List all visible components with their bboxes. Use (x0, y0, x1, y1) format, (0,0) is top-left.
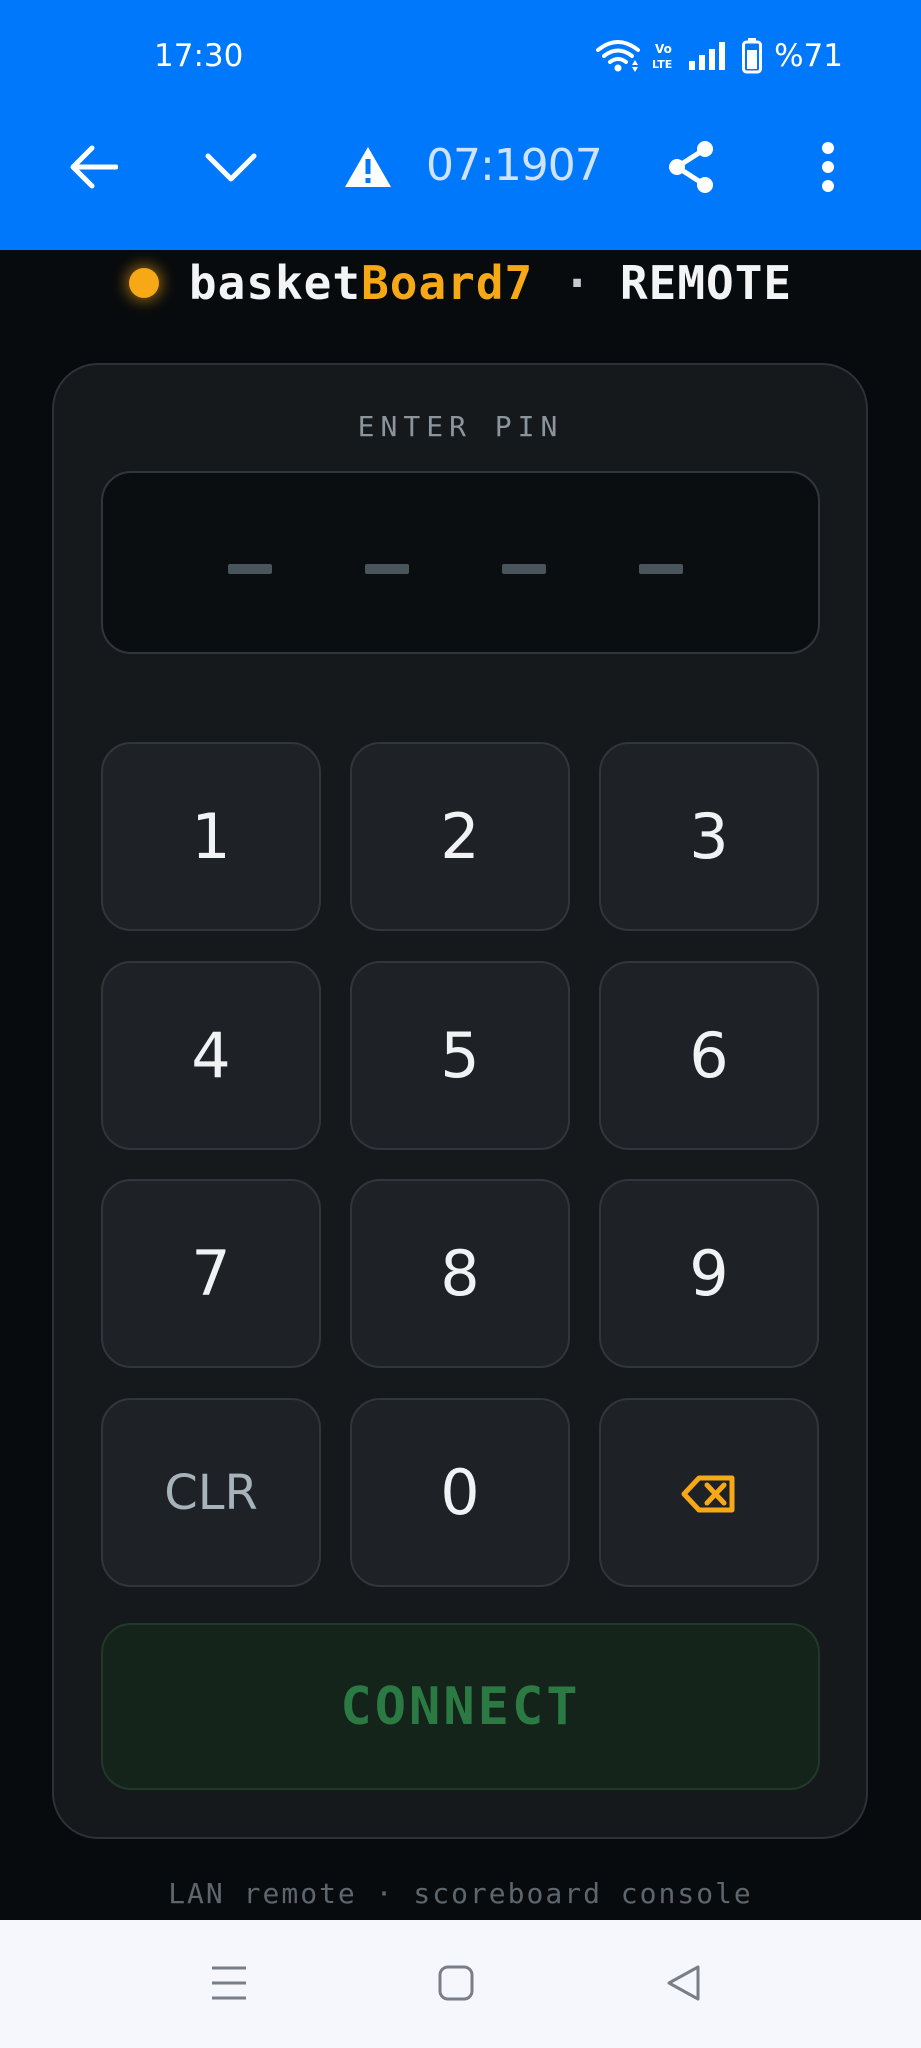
key-5[interactable]: 5 (350, 961, 570, 1150)
svg-text:Vo: Vo (655, 42, 672, 56)
share-icon (665, 139, 717, 199)
signal-icon (688, 41, 730, 71)
key-6[interactable]: 6 (599, 961, 819, 1150)
key-7[interactable]: 7 (101, 1179, 321, 1368)
header-separator: · (563, 256, 592, 310)
nav-back-button[interactable] (648, 1950, 718, 2020)
key-2[interactable]: 2 (350, 742, 570, 931)
pin-digit-placeholder (228, 564, 272, 574)
browser-toolbar: 17:30 Vo LTE %71 07:1907 (0, 0, 921, 250)
clear-button[interactable]: CLR (101, 1398, 321, 1587)
volte-icon: Vo LTE (652, 40, 676, 72)
share-button[interactable] (656, 134, 726, 204)
pin-digit-placeholder (502, 564, 546, 574)
key-1[interactable]: 1 (101, 742, 321, 931)
key-4[interactable]: 4 (101, 961, 321, 1150)
warning-icon (343, 145, 393, 193)
mode-title: REMOTE (619, 256, 793, 310)
key-9[interactable]: 9 (599, 1179, 819, 1368)
home-button[interactable] (421, 1950, 491, 2020)
svg-text:LTE: LTE (652, 58, 672, 71)
chevron-down-icon (204, 150, 258, 188)
key-3[interactable]: 3 (599, 742, 819, 931)
more-vert-icon (821, 142, 835, 196)
back-icon (664, 1963, 702, 2007)
brand-main: basket (188, 256, 362, 310)
recents-button[interactable] (194, 1950, 264, 2020)
home-icon (437, 1964, 475, 2006)
pin-digit-placeholder (639, 564, 683, 574)
back-arrow-icon (68, 144, 119, 194)
wifi-icon (596, 39, 641, 73)
key-0[interactable]: 0 (350, 1398, 570, 1587)
status-dot-icon (128, 268, 159, 298)
brand-accent: Board7 (361, 256, 534, 310)
connect-button[interactable]: CONNECT (101, 1623, 820, 1790)
pin-digit-placeholder (365, 564, 409, 574)
backspace-icon (681, 1456, 737, 1529)
back-arrow-button[interactable] (58, 134, 128, 204)
page-header: basket Board7 · REMOTE (0, 252, 921, 314)
system-nav-bar (0, 1920, 921, 2048)
key-8[interactable]: 8 (350, 1179, 570, 1368)
pin-label: ENTER PIN (357, 410, 564, 443)
more-options-button[interactable] (793, 134, 863, 204)
status-time: 17:30 (154, 38, 244, 74)
collapse-button[interactable] (196, 134, 266, 204)
backspace-button[interactable] (599, 1398, 819, 1587)
pin-display (101, 471, 820, 654)
url-bar[interactable]: 07:1907 (426, 140, 603, 191)
footer-text: LAN remote · scoreboard console (168, 1877, 753, 1910)
battery-percent: %71 (774, 38, 843, 74)
status-icons: Vo LTE %71 (596, 38, 843, 74)
recents-icon (209, 1964, 249, 2006)
battery-icon (742, 38, 763, 74)
security-warning-button[interactable] (333, 134, 403, 204)
